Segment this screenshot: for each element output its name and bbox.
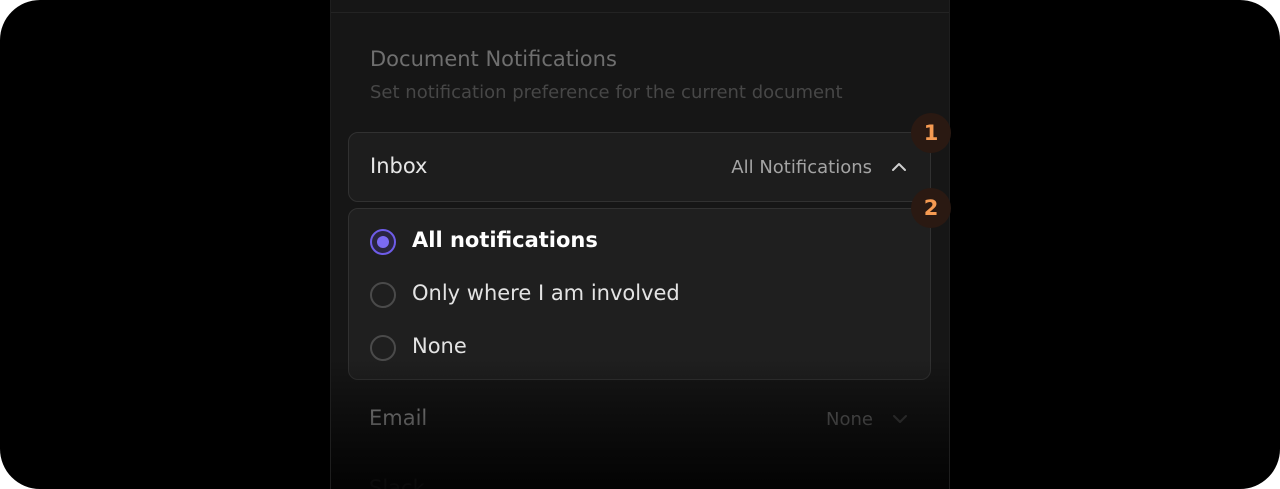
- radio-unselected-icon[interactable]: [370, 282, 396, 308]
- section-title: Document Notifications: [370, 47, 617, 71]
- chevron-down-icon[interactable]: [891, 410, 909, 428]
- option-none[interactable]: None: [349, 324, 930, 374]
- step-marker-2: 2: [911, 188, 951, 228]
- option-label: All notifications: [412, 228, 598, 252]
- screenshot-frame: Document Notifications Set notification …: [0, 0, 1280, 489]
- option-label: Only where I am involved: [412, 281, 680, 305]
- chevron-up-icon[interactable]: [890, 158, 908, 176]
- inbox-label: Inbox: [370, 154, 428, 178]
- slack-dropdown-trigger[interactable]: Slack: [348, 470, 931, 489]
- section-subtitle: Set notification preference for the curr…: [370, 82, 843, 103]
- divider: [331, 12, 949, 13]
- radio-selected-icon[interactable]: [370, 229, 396, 255]
- email-dropdown-trigger[interactable]: Email None: [348, 385, 931, 455]
- slack-label: Slack: [369, 476, 425, 489]
- email-selected-value: None: [826, 409, 873, 430]
- inbox-dropdown-trigger[interactable]: Inbox All Notifications: [348, 132, 931, 202]
- option-all-notifications[interactable]: All notifications: [349, 218, 930, 268]
- notifications-panel: Document Notifications Set notification …: [330, 0, 950, 489]
- option-only-involved[interactable]: Only where I am involved: [349, 271, 930, 321]
- radio-unselected-icon[interactable]: [370, 335, 396, 361]
- inbox-options-menu: All notifications Only where I am involv…: [348, 208, 931, 380]
- inbox-selected-value: All Notifications: [731, 157, 872, 178]
- option-label: None: [412, 334, 467, 358]
- step-marker-1: 1: [911, 113, 951, 153]
- email-label: Email: [369, 406, 428, 430]
